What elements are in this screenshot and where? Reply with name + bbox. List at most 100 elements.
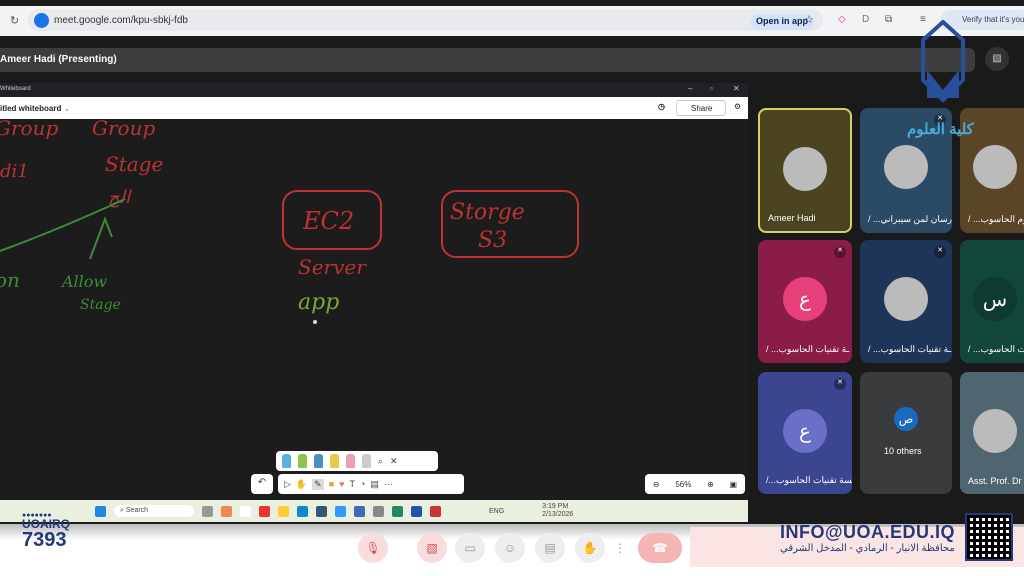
participant-tile[interactable]: س / ...تقنيات الحاسوب [960,240,1024,363]
browser-toolbar: ↻ meet.google.com/kpu-sbkj-fdb Open in a… [0,6,1024,36]
contact-address: محافظة الانبار - الرمادي - المدخل الشرقي [780,543,955,554]
share-button[interactable]: Share [676,100,726,116]
avatar [783,147,827,191]
leave-call-button[interactable]: ☎ [638,533,682,563]
time: 3:19 PM [542,503,569,510]
settings-app-icon[interactable] [373,505,384,517]
taskbar-search[interactable]: ⌕ Search [114,505,194,517]
app-icon[interactable] [430,505,441,517]
maximize-icon[interactable]: ▫ [710,84,713,93]
avatar: ص [894,407,918,431]
star-icon[interactable]: ☆ [804,13,814,26]
raise-hand-button[interactable]: ✋ [575,533,605,563]
text-icon[interactable]: T [349,479,355,489]
ink-arrow [89,216,113,260]
contact-email: INFO@UOA.EDU.IQ [780,522,956,542]
app-icon[interactable] [335,505,346,517]
ink-text: on [0,268,20,292]
clock[interactable]: 3:19 PM 2/13/2026 [542,503,573,519]
fit-icon[interactable]: ▣ [730,480,738,489]
whiteboard-canvas[interactable]: Group Group di1 Stage الج on Allow Stage… [0,116,748,501]
start-icon[interactable] [95,505,106,517]
hand-icon[interactable]: ✋ [296,479,307,490]
ink-text: Stage [105,152,163,176]
shapes-icon[interactable]: ◔ [360,479,365,489]
extension-icon[interactable]: ◇ [838,14,846,25]
language-indicator[interactable]: ENG [489,508,504,515]
camera-off-icon[interactable]: ▧ [985,47,1009,71]
present-button[interactable]: ▭ [455,533,485,563]
zoom-in-icon[interactable]: ⊕ [707,480,714,489]
emoji-button[interactable]: ☺ [495,533,525,563]
participant-tile[interactable]: ع ✕ / ...ـة تقنيات الحاسوب [758,240,852,363]
pen-darkblue[interactable] [314,454,323,468]
participant-tile[interactable]: Ameer Hadi [758,108,852,233]
avatar [973,409,1017,453]
whiteboard-app-icon[interactable] [354,505,365,517]
zoom-out-icon[interactable]: ⊖ [653,480,660,489]
reaction-icon[interactable]: ♥ [339,479,344,489]
settings-icon[interactable]: ⚙ [734,102,741,111]
zoom-control: ⊖ 56% ⊕ ▣ [645,474,745,494]
select-icon[interactable]: ▷ [284,479,291,490]
eraser[interactable] [362,454,371,468]
url-text: meet.google.com/kpu-sbkj-fdb [54,14,188,26]
participant-tile[interactable]: ✕ / ...ـة تقنيات الحاسوب [860,240,952,363]
more-icon[interactable]: ··· [384,479,393,489]
qr-code [965,513,1013,561]
chrome-icon[interactable] [259,505,270,517]
pen-green[interactable] [298,454,307,468]
handwriting-layer: Group Group di1 Stage الج on Allow Stage… [0,116,579,324]
close-icon[interactable]: ✕ [390,456,398,467]
more-options-button[interactable]: ⋮ [612,533,628,563]
pen-blue[interactable] [282,454,291,468]
app-icon[interactable] [240,505,251,517]
mic-off-button[interactable]: 🎙 [358,533,388,563]
date: 2/13/2026 [542,511,574,518]
chevron-down-icon[interactable]: ⌄ [64,104,71,113]
edge-icon[interactable] [297,505,308,517]
ink-text: Group [0,119,58,140]
pen-icon[interactable]: ✎ [312,478,324,490]
template-icon[interactable]: ▤ [370,479,379,490]
participant-name: / ...ن علوم الحاسوب [968,214,1024,224]
participant-name: /...ـسة تقنيات الحاسوب [766,475,852,485]
ink-text: Group [92,119,155,140]
muted-icon: ✕ [834,246,846,258]
participant-tile[interactable]: ع ✕ /...ـسة تقنيات الحاسوب [758,372,852,494]
excel-icon[interactable] [392,505,403,517]
college-name: كلية العلوم [907,121,974,138]
extension-d-icon[interactable]: D [862,14,869,25]
lasso-icon[interactable]: ⌕ [378,456,383,467]
undo-button[interactable]: ↶ [251,474,273,494]
minimize-icon[interactable]: – [688,84,692,93]
whiteboard-titlebar: Whiteboard – ▫ ✕ [0,83,748,97]
app-icon[interactable] [202,505,213,517]
close-icon[interactable]: ✕ [733,84,740,93]
word-icon[interactable] [411,505,422,517]
participant-name: / ...ـة تقنيات الحاسوب [868,344,952,354]
participant-tile[interactable]: ص 10 others [860,372,952,494]
captions-button[interactable]: ▤ [535,533,565,563]
sticky-note-icon[interactable]: ■ [329,479,334,489]
address-bar[interactable]: meet.google.com/kpu-sbkj-fdb Open in app… [28,9,823,31]
puzzle-icon[interactable]: ⧉ [885,14,892,25]
timer-icon[interactable]: ◷ [658,102,665,111]
whiteboard-toolbar: itled whiteboard ⌄ ◷ Share ⚙ [0,97,748,119]
avatar [973,145,1017,189]
avatar [884,277,928,321]
explorer-icon[interactable] [278,505,289,517]
reload-icon[interactable]: ↻ [10,14,19,27]
cursor [313,320,317,324]
highlighter-yellow[interactable] [330,454,339,468]
app-icon[interactable] [316,505,327,517]
participant-tile[interactable]: Asst. Prof. Dr [960,372,1024,494]
tool-bar: ▷ ✋ ✎ ■ ♥ T ◔ ▤ ··· [278,474,464,494]
brand-number: 7393 [22,529,67,551]
participant-name: / ...تقنيات الحاسوب [968,344,1024,354]
ink-text: di1 [0,161,29,182]
camera-off-button[interactable]: ▧ [417,533,447,563]
eraser-pink[interactable] [346,454,355,468]
doc-title[interactable]: itled whiteboard [0,104,61,113]
app-icon[interactable] [221,505,232,517]
